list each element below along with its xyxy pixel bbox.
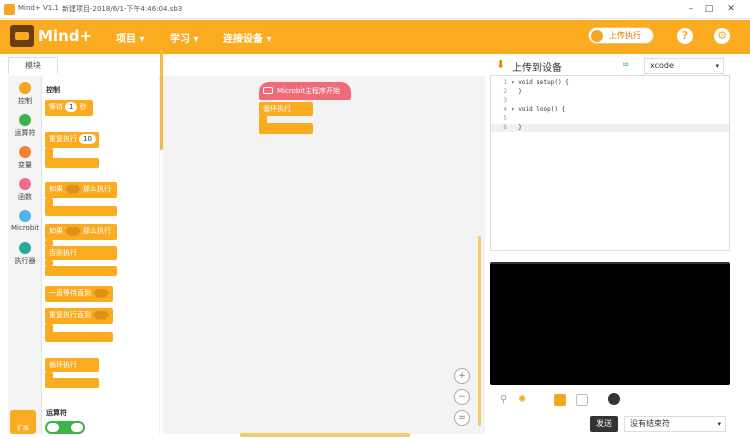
toggle-knob	[591, 30, 603, 42]
upload-execute-toggle[interactable]: 上传执行	[588, 27, 654, 44]
upload-icon[interactable]: ⬇	[496, 59, 508, 71]
logo-text: Mind+	[38, 27, 93, 45]
block-else-foot	[45, 266, 117, 276]
loop-foot	[259, 123, 313, 134]
block-if-then[interactable]: 如果 那么执行	[45, 182, 117, 198]
functions-dot-icon	[19, 178, 31, 190]
scroll-lock-icon[interactable]	[576, 394, 588, 406]
code-line: 3	[503, 97, 507, 104]
baud-icon	[608, 393, 620, 405]
clear-icon[interactable]	[554, 394, 566, 406]
category-functions[interactable]: 函数	[8, 178, 42, 202]
project-title: 新建项目-2018/6/1-下午4:46:04.sb3	[62, 5, 183, 13]
block-forever[interactable]: 循环执行	[45, 358, 99, 372]
logo-icon	[10, 25, 34, 47]
block-palette: 控制 等待 1 秒 重复执行 10 如果 那么执行 如果 那么执行 否则执行 一直等待直到…	[42, 76, 160, 434]
category-sidebar: 控制 运算符 变量 函数 Microbit 执行器	[8, 76, 42, 434]
zoom-out-button[interactable]: −	[454, 389, 470, 405]
variables-dot-icon	[19, 146, 31, 158]
microbit-icon	[19, 210, 31, 222]
condition-slot[interactable]	[65, 226, 81, 236]
usb-icon[interactable]: ⚲	[500, 394, 507, 405]
menu-learn[interactable]: 学习 ▾	[170, 30, 199, 45]
workspace-v-scrollbar[interactable]	[478, 236, 481, 426]
help-icon[interactable]: ?	[677, 28, 693, 44]
chevron-down-icon: ▾	[717, 420, 721, 428]
category-variables[interactable]: 变量	[8, 146, 42, 170]
microbit-board-icon	[263, 87, 273, 94]
block-wait-until[interactable]: 一直等待直到	[45, 286, 113, 302]
ide-select[interactable]: xcode ▾	[644, 58, 724, 74]
code-editor[interactable]: 1 ▾ void setup() { 2 } 3 4 ▾ void loop() {…	[490, 75, 730, 251]
section-operators: 运算符	[46, 409, 67, 417]
line-ending-select[interactable]: 没有结束符 ▾	[624, 416, 726, 432]
chevron-down-icon: ▾	[715, 62, 719, 70]
serial-terminal[interactable]	[490, 262, 730, 385]
code-line: 1 ▾ void setup() {	[503, 79, 569, 86]
block-else: 否则执行	[45, 246, 117, 260]
condition-slot[interactable]	[93, 288, 109, 298]
block-microbit-main-start[interactable]: Microbit主程序开始	[259, 82, 351, 100]
extension-button[interactable]: 扩展	[10, 410, 36, 434]
section-control: 控制	[46, 86, 60, 94]
code-workspace[interactable]: Microbit主程序开始 循环执行	[163, 76, 485, 434]
zoom-reset-button[interactable]: =	[454, 410, 470, 426]
upload-to-device-title: 上传到设备	[512, 63, 562, 74]
block-repeat-foot	[45, 158, 99, 168]
block-if-else[interactable]: 如果 那么执行	[45, 224, 117, 240]
workspace-h-scrollbar[interactable]	[240, 433, 410, 437]
block-repeat-until-foot	[45, 332, 113, 342]
category-microbit[interactable]: Microbit	[8, 210, 42, 232]
category-actuators[interactable]: 执行器	[8, 242, 42, 266]
arduino-infinity-icon: ∞	[622, 60, 630, 70]
block-repeat-until[interactable]: 重复执行直到	[45, 308, 113, 324]
control-dot-icon	[19, 82, 31, 94]
actuator-icon	[19, 242, 31, 254]
block-if-foot	[45, 206, 117, 216]
code-line: 5	[503, 115, 507, 122]
operators-dot-icon	[19, 114, 31, 126]
category-control[interactable]: 控制	[8, 82, 42, 106]
code-line: 4 ▾ void loop() {	[503, 106, 566, 113]
menu-connect-device[interactable]: 连接设备 ▾	[223, 30, 272, 45]
condition-slot[interactable]	[65, 184, 81, 194]
maximize-button[interactable]: □	[700, 2, 718, 17]
app-icon	[4, 4, 15, 15]
block-forever-foot	[45, 378, 99, 388]
block-repeat[interactable]: 重复执行 10	[45, 132, 99, 148]
condition-slot[interactable]	[93, 310, 109, 320]
upload-execute-label: 上传执行	[609, 31, 641, 40]
tab-modules[interactable]: 模块	[8, 57, 58, 74]
close-button[interactable]: ✕	[722, 2, 740, 17]
menu-project[interactable]: 项目 ▾	[116, 30, 145, 45]
code-line: 2 }	[503, 88, 522, 95]
terminal-toolbar: ⚲ ✺	[490, 390, 740, 410]
minimize-button[interactable]: –	[682, 2, 700, 17]
block-add-operator[interactable]	[45, 421, 85, 434]
block-forever-loop[interactable]: 循环执行	[259, 102, 313, 116]
code-line-active: 6 }	[491, 124, 729, 132]
gear-icon[interactable]: ⚙	[714, 28, 730, 44]
category-operators[interactable]: 运算符	[8, 114, 42, 138]
block-wait[interactable]: 等待 1 秒	[45, 100, 93, 116]
send-button[interactable]: 发送	[590, 416, 618, 432]
zoom-in-button[interactable]: +	[454, 368, 470, 384]
window-titlebar: Mind+ V1.1 新建项目-2018/6/1-下午4:46:04.sb3 –…	[0, 0, 750, 19]
app-name: Mind+ V1.1	[18, 4, 59, 12]
connect-icon[interactable]: ✺	[518, 394, 526, 405]
